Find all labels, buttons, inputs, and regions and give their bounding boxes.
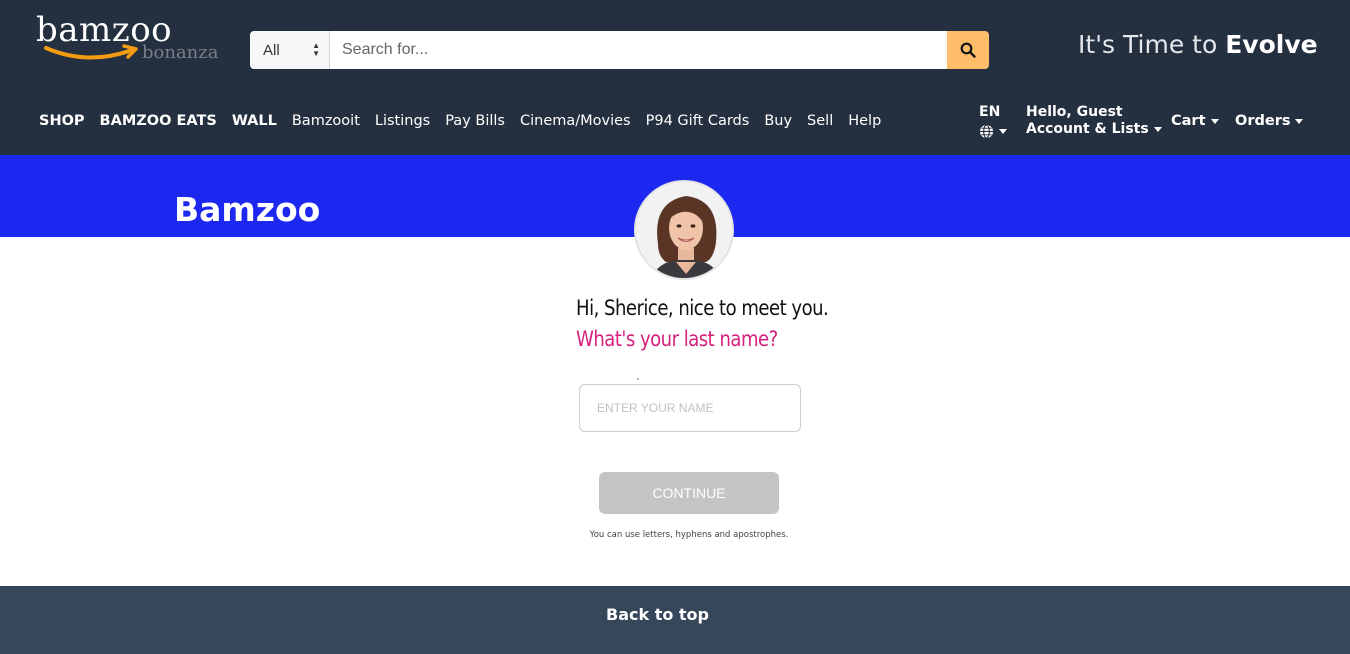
search-icon bbox=[960, 42, 976, 58]
top-header: bamzoo bonanza All ▲▼ It's Time to Evolv… bbox=[0, 0, 1350, 155]
continue-button[interactable]: CONTINUE bbox=[599, 472, 779, 514]
search-category-select[interactable]: All ▲ ▼ bbox=[250, 31, 330, 69]
nav-item-buy[interactable]: Buy bbox=[764, 113, 792, 129]
nav-item-wall[interactable]: WALL bbox=[232, 113, 277, 129]
nav-item-shop[interactable]: SHOP bbox=[39, 113, 85, 129]
account-lists-label: Account & Lists bbox=[1026, 121, 1149, 137]
nav-item-help[interactable]: Help bbox=[848, 113, 881, 129]
search-input[interactable] bbox=[330, 31, 947, 69]
tagline-emphasis: Evolve bbox=[1225, 30, 1318, 59]
language-selector[interactable]: EN bbox=[979, 104, 1007, 139]
greeting-text: Hi, Sherice, nice to meet you. bbox=[576, 296, 829, 320]
language-code: EN bbox=[979, 104, 1001, 120]
nav-item-pay-bills[interactable]: Pay Bills bbox=[445, 113, 505, 129]
nav-item-cinema-movies[interactable]: Cinema/Movies bbox=[520, 113, 631, 129]
logo-subtitle: bonanza bbox=[142, 42, 219, 63]
nav-item-bamzoo-eats[interactable]: BAMZOO EATS bbox=[100, 113, 217, 129]
assistant-avatar bbox=[634, 180, 734, 280]
banner-title: Bamzoo bbox=[174, 190, 321, 229]
select-arrows-icon: ▲ ▼ bbox=[312, 41, 320, 58]
orders-label: Orders bbox=[1235, 113, 1291, 129]
chevron-down-icon bbox=[1153, 126, 1162, 132]
nav-item-bamzooit[interactable]: Bamzooit bbox=[292, 113, 360, 129]
account-menu[interactable]: Hello, Guest Account & Lists bbox=[1026, 104, 1162, 138]
search-button[interactable] bbox=[947, 31, 989, 69]
last-name-input[interactable] bbox=[579, 384, 801, 432]
search-category-value: All bbox=[263, 41, 280, 59]
back-to-top-link[interactable]: Back to top bbox=[0, 605, 1315, 624]
nav-item-listings[interactable]: Listings bbox=[375, 113, 430, 129]
search-bar: All ▲ ▼ bbox=[250, 31, 989, 69]
divider-dot bbox=[637, 378, 639, 380]
chevron-down-icon bbox=[1295, 118, 1304, 124]
cart-menu[interactable]: Cart bbox=[1171, 113, 1219, 129]
cart-label: Cart bbox=[1171, 113, 1206, 129]
globe-icon bbox=[979, 124, 994, 139]
tagline-prefix: It's Time to bbox=[1078, 30, 1226, 59]
smile-arrow-icon bbox=[44, 44, 138, 60]
account-greeting: Hello, Guest bbox=[1026, 104, 1123, 120]
last-name-question: What's your last name? bbox=[576, 327, 778, 351]
avatar-portrait bbox=[636, 182, 732, 278]
nav-item-gift-cards[interactable]: P94 Gift Cards bbox=[646, 113, 750, 129]
chevron-down-icon bbox=[1210, 118, 1219, 124]
input-hint: You can use letters, hyphens and apostro… bbox=[589, 530, 789, 540]
orders-menu[interactable]: Orders bbox=[1235, 113, 1304, 129]
site-logo[interactable]: bamzoo bonanza bbox=[34, 8, 224, 68]
nav-item-sell[interactable]: Sell bbox=[807, 113, 833, 129]
chevron-down-icon bbox=[999, 129, 1007, 134]
header-tagline: It's Time to Evolve bbox=[1078, 30, 1318, 59]
main-nav: SHOP BAMZOO EATS WALL Bamzooit Listings … bbox=[39, 113, 896, 129]
